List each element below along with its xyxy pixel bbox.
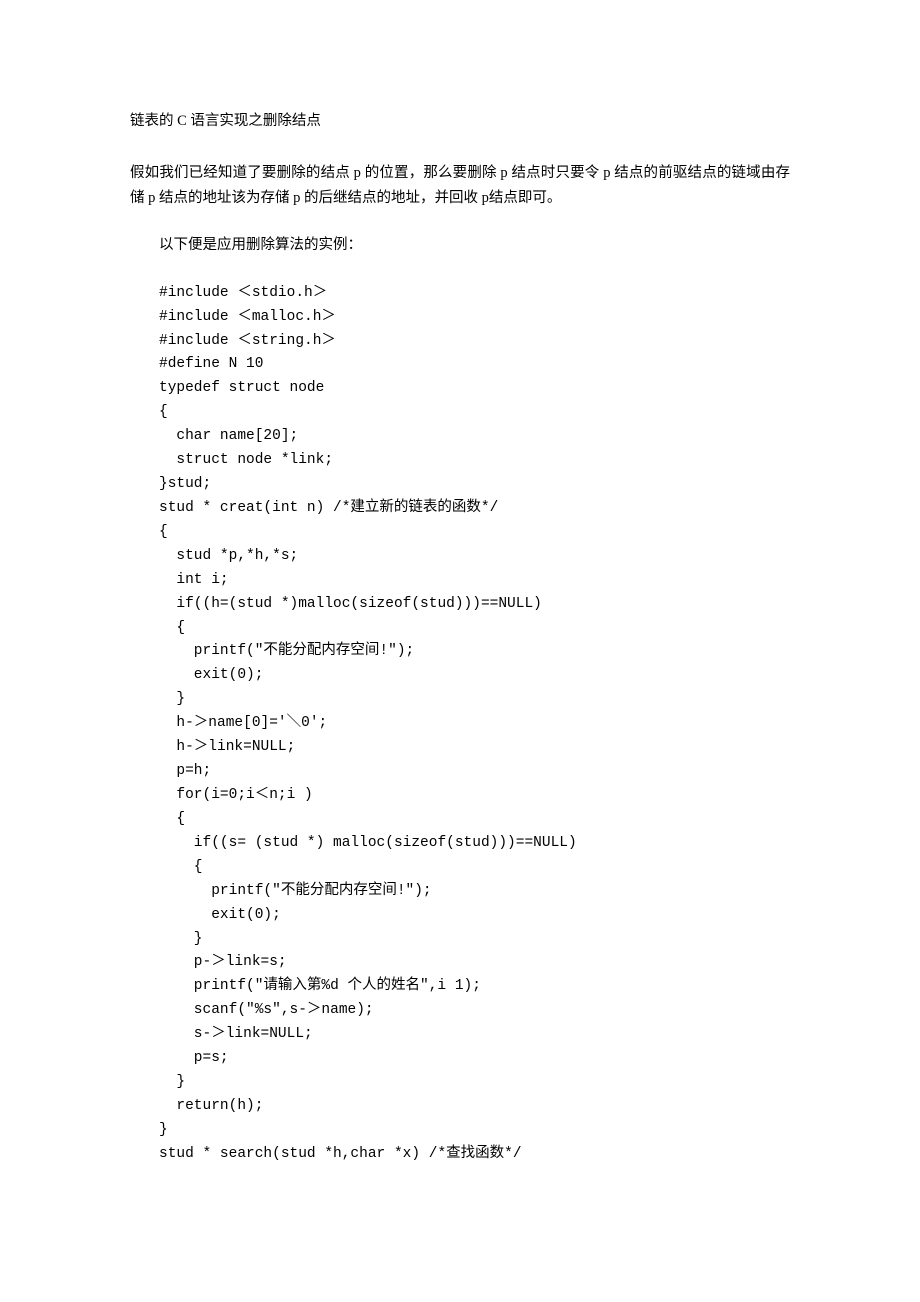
document-page: 链表的 C 语言实现之删除结点 假如我们已经知道了要删除的结点 p 的位置，那么… — [0, 0, 920, 1227]
subheading: 以下便是应用删除算法的实例： — [130, 234, 790, 257]
code-block: #include ＜stdio.h＞ #include ＜malloc.h＞ #… — [159, 282, 790, 1167]
document-title: 链表的 C 语言实现之删除结点 — [130, 110, 790, 133]
intro-paragraph: 假如我们已经知道了要删除的结点 p 的位置，那么要删除 p 结点时只要令 p 结… — [130, 161, 790, 210]
